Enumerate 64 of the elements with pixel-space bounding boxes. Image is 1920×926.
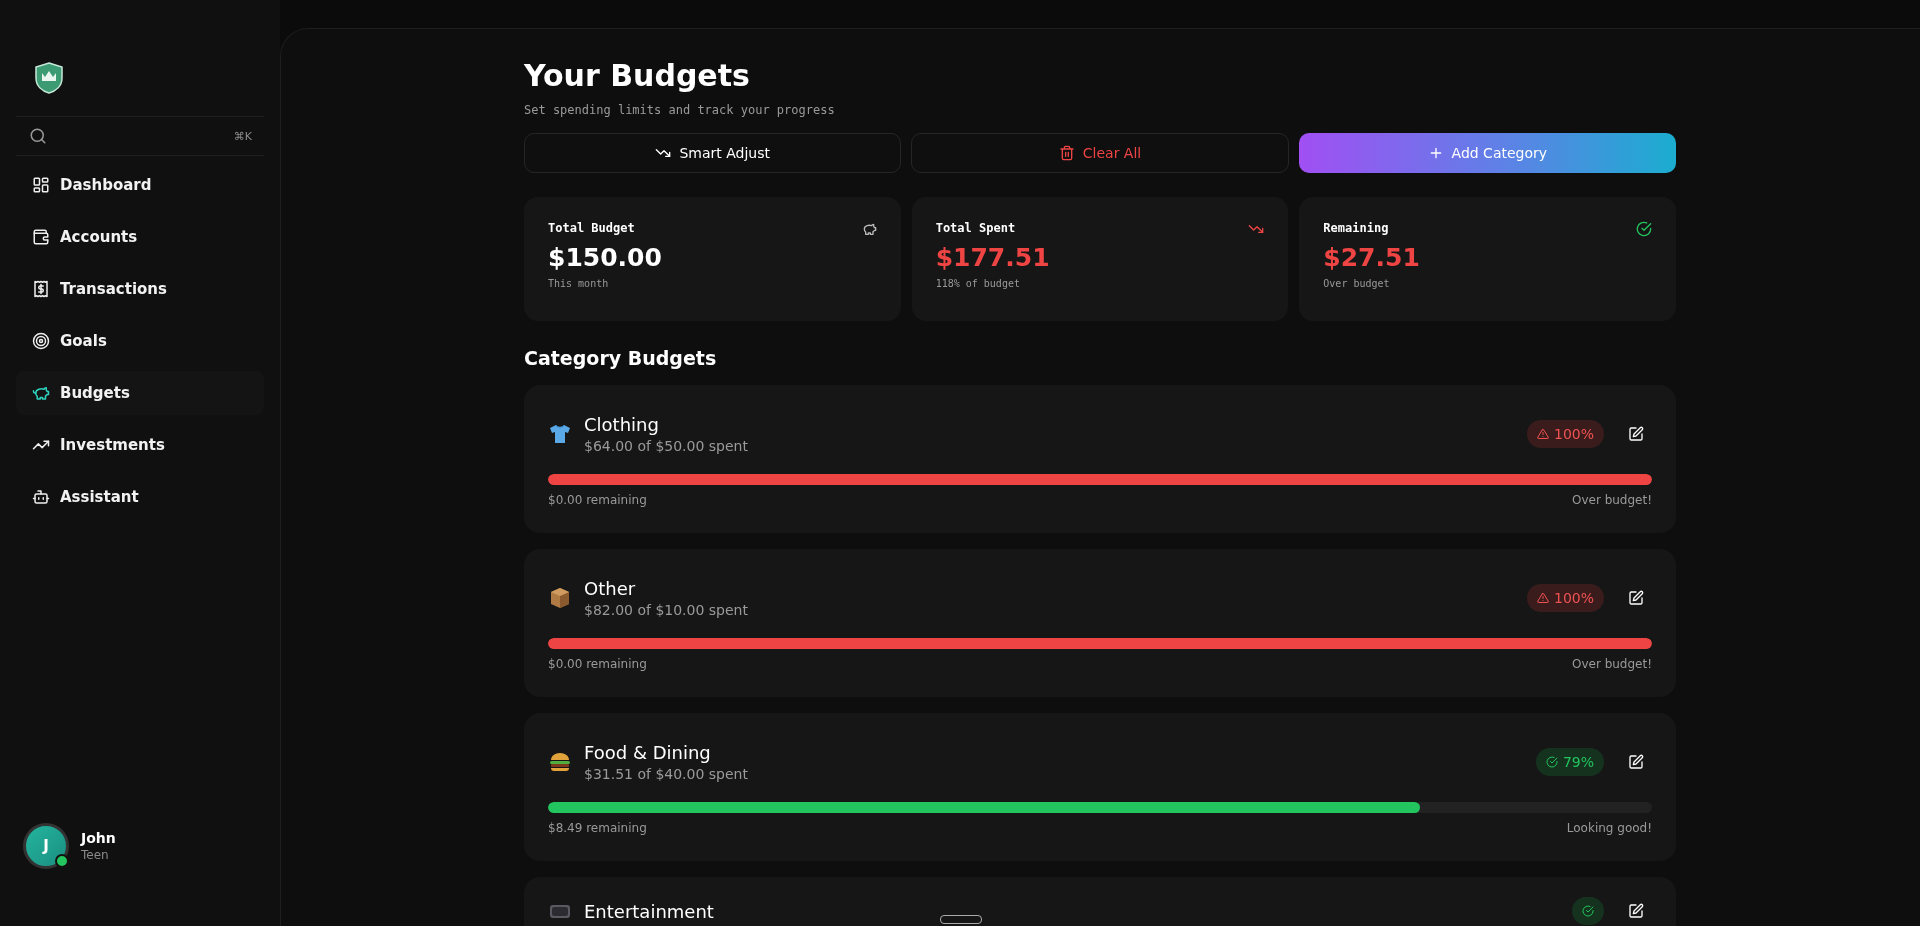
dashboard-icon <box>32 176 50 194</box>
edit-icon <box>1628 426 1644 442</box>
stat-value: $150.00 <box>548 243 662 272</box>
category-name: Other <box>584 578 637 599</box>
nav-item[interactable]: Goals <box>16 319 264 363</box>
stat-note: Over budget <box>1323 278 1391 289</box>
target-icon <box>32 332 50 350</box>
shirt-icon <box>548 422 572 446</box>
percent-badge: 79% <box>1535 748 1604 776</box>
category-spent: $82.00 of $10.00 spent <box>584 602 748 618</box>
nav-item[interactable]: Dashboard <box>16 163 264 207</box>
action-button[interactable]: Smart Adjust <box>524 133 902 173</box>
nav-item[interactable]: Investments <box>16 423 264 467</box>
wallet-icon <box>32 228 50 246</box>
category-name: Entertainment <box>584 900 714 922</box>
remaining-text: $0.00 remaining <box>548 657 647 671</box>
remaining-text: $8.49 remaining <box>548 821 647 835</box>
shield-logo-icon <box>34 62 64 94</box>
nav-item[interactable]: Assistant <box>16 475 264 519</box>
stat-label: Remaining <box>1323 221 1390 235</box>
user-name: John <box>81 830 116 846</box>
shortcut-hint: ⌘K <box>233 129 252 143</box>
stat-note: This month <box>548 278 610 289</box>
nav-item[interactable]: Budgets <box>16 371 264 415</box>
piggy-bank-icon <box>32 384 50 402</box>
status-message: Looking good! <box>1566 821 1652 835</box>
action-button[interactable]: Add Category <box>1298 133 1676 173</box>
warning-icon <box>1536 592 1549 604</box>
status-message: Over budget! <box>1571 493 1652 507</box>
stat-note: 118% of budget <box>935 278 1021 289</box>
remaining-text: $0.00 remaining <box>548 493 647 507</box>
category-name: Clothing <box>584 414 660 435</box>
percent-badge: 100% <box>1526 420 1604 448</box>
percent-badge: 100% <box>1526 584 1604 612</box>
check-circle-icon <box>1545 756 1558 768</box>
robot-icon <box>32 488 50 506</box>
stat-label: Total Spent <box>935 221 1017 235</box>
category-spent: $31.51 of $40.00 spent <box>584 766 748 782</box>
status-message: Over budget! <box>1571 657 1652 671</box>
user-role: Teen <box>81 848 110 862</box>
box-icon <box>548 586 572 610</box>
check-circle-icon <box>1636 221 1652 237</box>
page-subtitle: Set spending limits and track your progress <box>524 103 836 117</box>
section-title: Category Budgets <box>524 347 718 369</box>
nav-item[interactable]: Accounts <box>16 215 264 259</box>
stat-value: $177.51 <box>935 243 1050 272</box>
check-circle-icon <box>1582 905 1594 917</box>
stat-value: $27.51 <box>1323 243 1420 272</box>
search-field[interactable]: ⌘K <box>16 116 264 156</box>
edit-icon <box>1628 754 1644 770</box>
scroll-handle <box>940 915 982 924</box>
warning-icon <box>1536 428 1549 440</box>
edit-icon <box>1628 590 1644 606</box>
nav-item[interactable]: Transactions <box>16 267 264 311</box>
receipt-icon <box>32 280 50 298</box>
action-button[interactable]: Clear All <box>911 133 1289 173</box>
trash-icon <box>1058 145 1075 161</box>
stat-label: Total Budget <box>548 221 636 235</box>
category-name: Food & Dining <box>584 742 712 763</box>
page-title: Your Budgets <box>524 58 751 93</box>
edit-icon <box>1628 903 1644 919</box>
search-icon <box>29 127 47 145</box>
burger-icon <box>548 750 572 774</box>
category-spent: $64.00 of $50.00 spent <box>584 438 748 454</box>
